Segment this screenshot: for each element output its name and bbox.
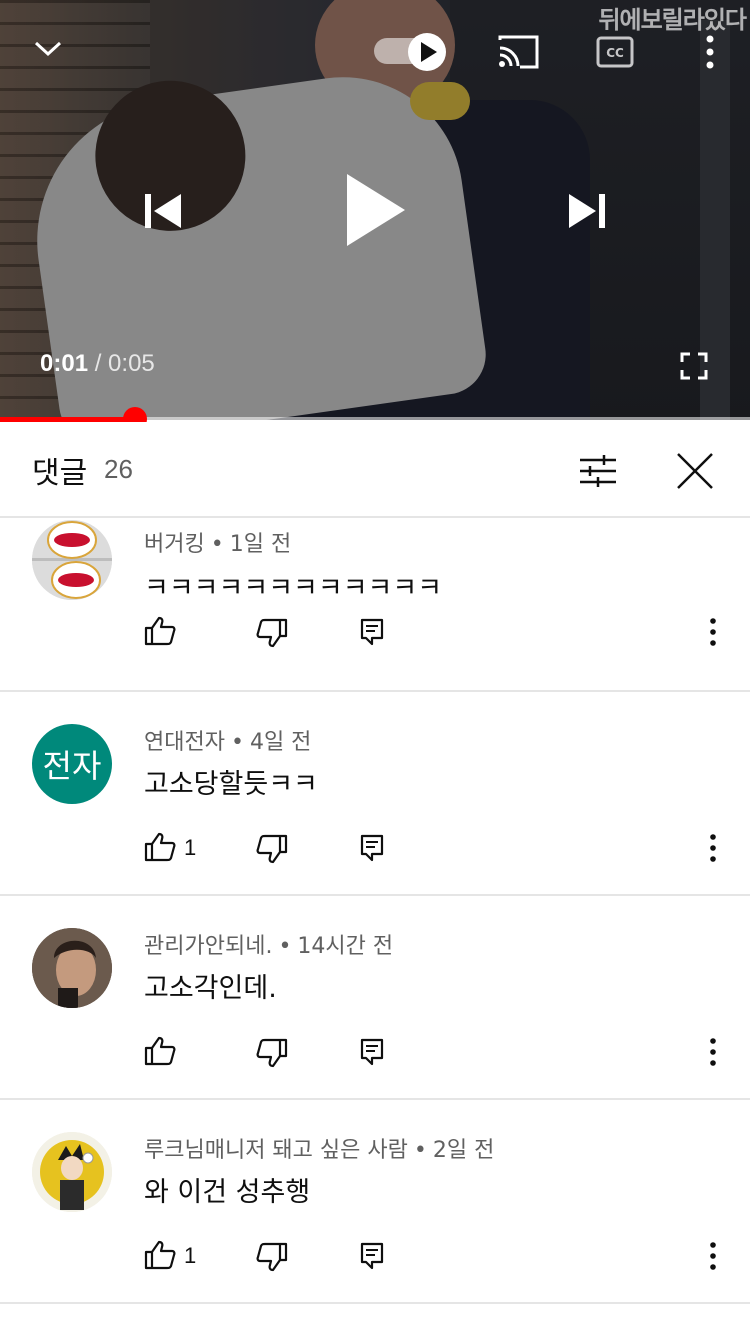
comment-more-button[interactable]	[708, 834, 718, 862]
avatar-initials: 전자	[42, 747, 102, 785]
cartoon-avatar-icon	[32, 1132, 112, 1212]
fullscreen-button[interactable]	[674, 346, 714, 386]
thumb-down-icon	[256, 1242, 288, 1272]
sort-filter-icon	[580, 455, 616, 487]
comment-author[interactable]: 버거킹	[144, 532, 205, 557]
more-vert-icon	[710, 618, 716, 646]
thumb-up-icon	[144, 832, 176, 862]
like-button[interactable]	[144, 1036, 176, 1066]
comment-author[interactable]: 연대전자	[144, 730, 225, 755]
avatar[interactable]: 전자	[32, 724, 112, 804]
comment-time: 4일 전	[249, 730, 312, 755]
thumb-down-icon	[256, 1038, 288, 1068]
comment-item: 전자 연대전자 • 4일 전 고소당할듯ㅋㅋ 1	[0, 692, 750, 896]
previous-icon	[145, 194, 181, 228]
comment-time: 14시간 전	[297, 934, 394, 959]
captions-button[interactable]: CC	[592, 30, 638, 74]
more-vert-icon	[706, 35, 714, 69]
like-count: 1	[184, 1243, 197, 1268]
dislike-button[interactable]	[256, 834, 288, 864]
more-vert-icon	[710, 1038, 716, 1066]
like-count: 1	[184, 835, 197, 860]
burger-king-logo-icon	[32, 520, 112, 600]
reply-icon	[360, 834, 384, 862]
autoplay-toggle[interactable]	[370, 30, 450, 74]
reply-button[interactable]	[360, 834, 384, 862]
cast-button[interactable]	[494, 30, 542, 74]
comment-author[interactable]: 관리가안되네.	[144, 934, 272, 959]
dislike-button[interactable]	[256, 618, 288, 648]
comment-item: 버거킹 • 1일 전 ㅋㅋㅋㅋㅋㅋㅋㅋㅋㅋㅋㅋ	[0, 516, 750, 692]
reply-button[interactable]	[360, 618, 384, 646]
like-button[interactable]	[144, 616, 176, 646]
like-button[interactable]	[144, 1240, 176, 1270]
video-player[interactable]: 뒤에보릴라있다 CC 0:01 / 0:05	[0, 0, 750, 420]
comment-text: ㅋㅋㅋㅋㅋㅋㅋㅋㅋㅋㅋㅋ	[144, 573, 443, 604]
dislike-button[interactable]	[256, 1242, 288, 1272]
minimize-button[interactable]	[24, 28, 72, 68]
comment-more-button[interactable]	[708, 618, 718, 646]
play-icon	[347, 174, 405, 246]
reply-button[interactable]	[360, 1038, 384, 1066]
comments-header: 댓글 26	[0, 422, 750, 518]
more-vert-icon	[710, 1242, 716, 1270]
like-button[interactable]	[144, 832, 176, 862]
current-time: 0:01	[40, 350, 89, 377]
comment-more-button[interactable]	[708, 1038, 718, 1066]
comment-meta: 연대전자 • 4일 전	[144, 730, 312, 755]
comments-count: 26	[104, 454, 133, 484]
comment-meta: 관리가안되네. • 14시간 전	[144, 934, 394, 959]
comment-time: 1일 전	[229, 532, 292, 557]
captions-icon: CC	[596, 36, 634, 68]
previous-video-button[interactable]	[136, 184, 190, 238]
reply-icon	[360, 1242, 384, 1270]
thumb-down-icon	[256, 618, 288, 648]
sort-comments-button[interactable]	[570, 446, 626, 496]
svg-text:CC: CC	[606, 46, 624, 60]
reply-button[interactable]	[360, 1242, 384, 1270]
avatar[interactable]	[32, 928, 112, 1008]
close-icon	[677, 453, 713, 489]
play-button[interactable]	[330, 165, 420, 255]
total-time: / 0:05	[94, 350, 155, 377]
reply-icon	[360, 1038, 384, 1066]
chevron-down-icon	[34, 41, 62, 57]
next-icon	[569, 194, 605, 228]
autoplay-toggle-icon	[374, 33, 446, 71]
fullscreen-icon	[680, 352, 708, 380]
time-display: 0:01 / 0:05	[40, 350, 155, 378]
comment-item: 관리가안되네. • 14시간 전 고소각인데.	[0, 896, 750, 1100]
close-comments-button[interactable]	[668, 446, 722, 496]
comment-list[interactable]: 버거킹 • 1일 전 ㅋㅋㅋㅋㅋㅋㅋㅋㅋㅋㅋㅋ 전자 연대전자 • 4일 전 고소당할듯…	[0, 516, 750, 1334]
reply-icon	[360, 618, 384, 646]
comments-title: 댓글	[32, 456, 88, 491]
dislike-button[interactable]	[256, 1038, 288, 1068]
thumb-up-icon	[144, 1036, 176, 1066]
thumb-down-icon	[256, 834, 288, 864]
comment-time: 2일 전	[432, 1138, 495, 1163]
comment-text: 고소당할듯ㅋㅋ	[144, 769, 318, 800]
comment-item: 루크님매니저 돼고 싶은 사람 • 2일 전 와 이건 성추행 1	[0, 1100, 750, 1304]
cast-icon	[498, 35, 539, 69]
comment-author[interactable]: 루크님매니저 돼고 싶은 사람	[144, 1138, 408, 1163]
thumb-up-icon	[144, 616, 176, 646]
thumb-up-icon	[144, 1240, 176, 1270]
more-vert-icon	[710, 834, 716, 862]
user-photo-icon	[32, 928, 112, 1008]
comment-more-button[interactable]	[708, 1242, 718, 1270]
avatar[interactable]	[32, 1132, 112, 1212]
comment-text: 와 이건 성추행	[144, 1177, 311, 1208]
avatar[interactable]	[32, 520, 112, 600]
comment-meta: 루크님매니저 돼고 싶은 사람 • 2일 전	[144, 1138, 495, 1163]
player-more-button[interactable]	[690, 28, 730, 76]
comment-meta: 버거킹 • 1일 전	[144, 532, 292, 557]
next-video-button[interactable]	[560, 184, 614, 238]
comment-text: 고소각인데.	[144, 973, 277, 1004]
